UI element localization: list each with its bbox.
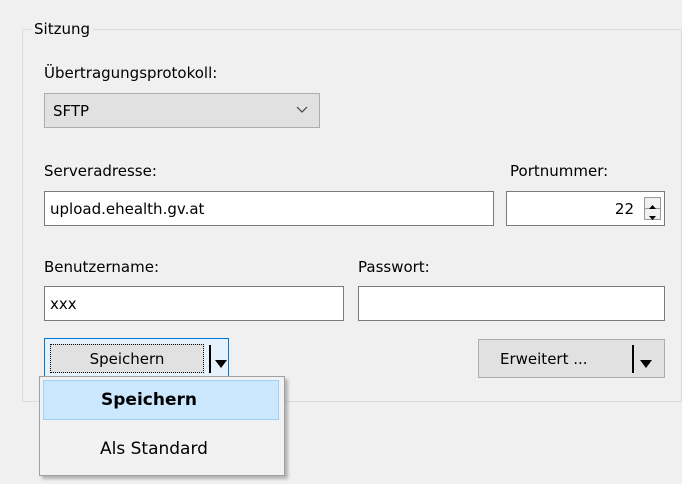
advanced-split-button[interactable]: Erweitert ... xyxy=(478,339,665,378)
save-button[interactable]: Speichern xyxy=(50,344,204,373)
advanced-button-label: Erweitert ... xyxy=(500,349,588,368)
menu-item-label: Als Standard xyxy=(100,439,208,459)
port-spinner[interactable] xyxy=(644,197,661,220)
host-input[interactable]: upload.ehealth.gv.at xyxy=(44,191,494,226)
user-label: Benutzername: xyxy=(44,258,160,276)
session-group-title: Sitzung xyxy=(31,20,93,38)
triangle-down-icon[interactable] xyxy=(215,354,227,372)
arrow-up-icon[interactable] xyxy=(645,198,660,209)
chevron-down-icon xyxy=(295,103,309,121)
triangle-down-icon[interactable] xyxy=(640,354,652,372)
port-spinner-input[interactable]: 22 xyxy=(506,191,665,226)
menu-item-as-default[interactable]: Als Standard xyxy=(43,429,279,469)
protocol-label: Übertragungsprotokoll: xyxy=(44,64,218,82)
save-split-button[interactable]: Speichern xyxy=(44,338,229,379)
password-label: Passwort: xyxy=(358,258,430,276)
menu-item-label: Speichern xyxy=(101,390,197,410)
port-label: Portnummer: xyxy=(510,162,609,180)
protocol-selected-value: SFTP xyxy=(53,101,90,120)
password-input[interactable] xyxy=(358,286,665,321)
host-value: upload.ehealth.gv.at xyxy=(50,199,205,218)
save-dropdown-menu: Speichern Als Standard xyxy=(39,376,285,476)
protocol-combobox[interactable]: SFTP xyxy=(44,93,320,128)
split-divider xyxy=(632,345,634,373)
arrow-down-icon[interactable] xyxy=(645,209,660,220)
port-value: 22 xyxy=(614,199,634,218)
user-value: xxx xyxy=(50,294,77,313)
split-divider xyxy=(209,345,211,373)
host-label: Serveradresse: xyxy=(44,162,157,180)
save-button-label: Speichern xyxy=(89,349,165,368)
user-input[interactable]: xxx xyxy=(44,286,344,321)
menu-item-save[interactable]: Speichern xyxy=(43,380,279,420)
